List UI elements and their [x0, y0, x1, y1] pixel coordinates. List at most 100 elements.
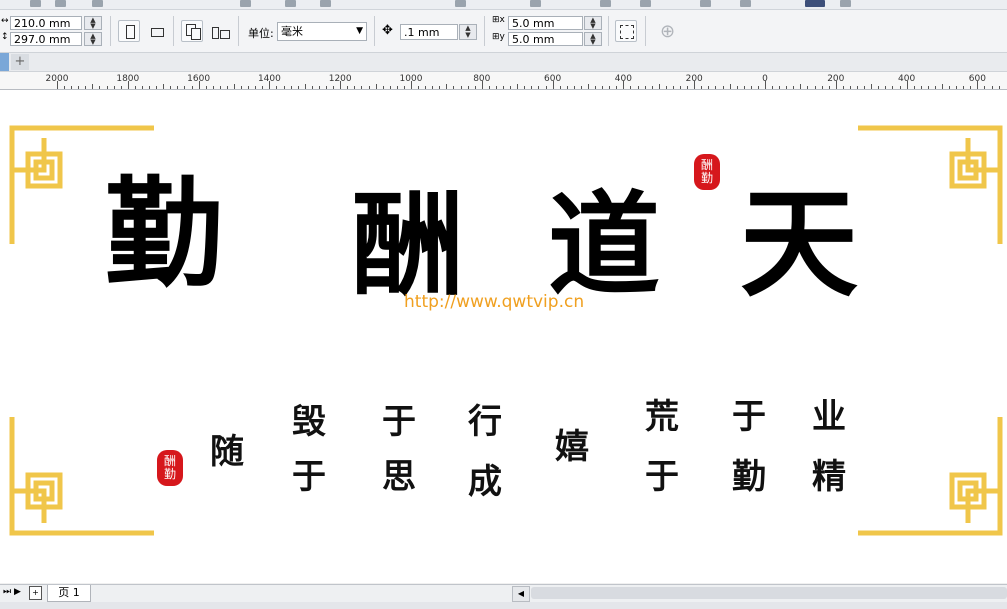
- units-label: 单位:: [248, 27, 274, 40]
- page-width-spinner[interactable]: ▲ ▼: [84, 16, 102, 30]
- toolbar-icon[interactable]: [805, 0, 825, 7]
- ruler-minor-tick: [651, 86, 653, 89]
- verse-char[interactable]: 毁: [292, 405, 326, 439]
- toolbar-icon[interactable]: [740, 0, 751, 7]
- ruler-minor-tick: [779, 86, 781, 89]
- ruler-minor-tick: [970, 86, 972, 89]
- toolbar-icon[interactable]: [285, 0, 296, 7]
- toolbar-icon[interactable]: [700, 0, 711, 7]
- toolbar-icon[interactable]: [55, 0, 66, 7]
- calligraphy-char-1[interactable]: 勤: [105, 175, 223, 293]
- add-tab-icon[interactable]: +: [11, 54, 29, 70]
- separator: [484, 16, 485, 46]
- toolbar-icon[interactable]: [530, 0, 541, 7]
- toolbar-icon[interactable]: [455, 0, 466, 7]
- ruler-minor-tick: [467, 86, 469, 89]
- active-tab-indicator[interactable]: [0, 53, 9, 71]
- units-select[interactable]: 毫米 ▼: [277, 22, 367, 41]
- toolbar-icon[interactable]: [320, 0, 331, 7]
- duplicate-y-field[interactable]: 5.0 mm: [508, 32, 583, 46]
- nudge-spinner[interactable]: ▲ ▼: [459, 24, 477, 40]
- add-icon[interactable]: ⊕: [660, 21, 675, 42]
- ruler-minor-tick: [602, 86, 604, 89]
- ruler-minor-tick: [396, 86, 398, 89]
- ruler-minor-tick: [177, 86, 179, 89]
- page-height-spinner[interactable]: ▲ ▼: [84, 32, 102, 46]
- separator: [238, 16, 239, 46]
- toolbar-icon[interactable]: [840, 0, 851, 7]
- verse-char[interactable]: 嬉: [555, 430, 589, 464]
- ruler-minor-tick: [814, 86, 816, 89]
- horizontal-ruler[interactable]: 2000 1800 1600 1400 1200 1000 800 600 400 200 0 200…: [0, 72, 1007, 90]
- ruler-minor-tick: [616, 86, 618, 89]
- page-height-field[interactable]: 297.0 mm: [10, 32, 82, 46]
- ruler-minor-tick: [113, 86, 115, 89]
- red-seal-bottom[interactable]: 酬 勤: [157, 450, 183, 486]
- verse-char[interactable]: 荒: [645, 400, 679, 434]
- add-page-icon[interactable]: +: [29, 586, 42, 600]
- horizontal-scrollbar-thumb[interactable]: [531, 587, 1007, 599]
- verse-char[interactable]: 精: [812, 460, 846, 494]
- ruler-minor-tick: [212, 86, 214, 89]
- ruler-minor-tick: [368, 86, 370, 89]
- ruler-label: 1000: [399, 74, 423, 84]
- ruler-minor-tick: [290, 86, 292, 89]
- verse-char[interactable]: 成: [468, 465, 502, 499]
- ruler-minor-tick: [538, 86, 540, 89]
- chevron-down-icon: ▼: [356, 26, 363, 36]
- verse-char[interactable]: 随: [210, 435, 244, 469]
- scroll-left-icon[interactable]: ◀: [512, 586, 530, 602]
- calligraphy-char-2[interactable]: 酬: [352, 190, 464, 302]
- nudge-distance-field[interactable]: .1 mm: [400, 24, 458, 40]
- duplicate-x-spinner[interactable]: ▲ ▼: [584, 16, 602, 30]
- toolbar-icon[interactable]: [640, 0, 651, 7]
- page-frame-button[interactable]: [615, 20, 637, 42]
- page-tab[interactable]: 页 1: [47, 585, 91, 602]
- verse-char[interactable]: 思: [382, 460, 416, 494]
- ruler-minor-tick: [191, 86, 193, 89]
- ruler-minor-tick: [566, 86, 568, 89]
- verse-char[interactable]: 于: [732, 400, 766, 434]
- ruler-minor-tick: [708, 86, 710, 89]
- calligraphy-char-3[interactable]: 道: [548, 190, 660, 302]
- ruler-minor-tick: [828, 86, 830, 89]
- duplicate-x-field[interactable]: 5.0 mm: [508, 16, 583, 30]
- ruler-minor-tick: [311, 86, 313, 89]
- verse-char[interactable]: 行: [468, 405, 502, 439]
- toolbar-icon[interactable]: [240, 0, 251, 7]
- verse-char[interactable]: 勤: [732, 460, 766, 494]
- ruler-minor-tick: [750, 86, 752, 89]
- ruler-minor-tick: [432, 86, 434, 89]
- ruler-minor-tick: [382, 86, 384, 89]
- duplicate-y-spinner[interactable]: ▲ ▼: [584, 32, 602, 46]
- verse-char[interactable]: 于: [645, 460, 679, 494]
- landscape-button[interactable]: [145, 20, 167, 42]
- red-seal-top[interactable]: 酬 勤: [694, 154, 720, 190]
- all-pages-button[interactable]: [181, 20, 203, 42]
- portrait-button[interactable]: [118, 20, 140, 42]
- ruler-minor-tick: [503, 86, 505, 89]
- ruler-minor-tick: [375, 84, 377, 89]
- verse-char[interactable]: 于: [292, 460, 326, 494]
- ruler-minor-tick: [927, 86, 929, 89]
- toolbar-icon[interactable]: [30, 0, 41, 7]
- page-navigation-bar: ⏭ ▶ + 页 1 ◀: [0, 584, 1007, 602]
- toolbar-icon[interactable]: [600, 0, 611, 7]
- current-page-button[interactable]: [208, 20, 230, 42]
- ruler-minor-tick: [991, 86, 993, 89]
- calligraphy-char-4[interactable]: 天: [740, 185, 858, 303]
- verse-char[interactable]: 于: [382, 405, 416, 439]
- ruler-minor-tick: [559, 86, 561, 89]
- verse-char[interactable]: 业: [812, 400, 846, 434]
- ruler-minor-tick: [453, 86, 455, 89]
- ruler-minor-tick: [425, 86, 427, 89]
- drawing-canvas[interactable]: 勤 酬 道 天 酬 勤 酬 勤 http://www.qwtvip.cn 随 毁…: [0, 90, 1007, 583]
- ruler-minor-tick: [665, 86, 667, 89]
- toolbar-icon[interactable]: [92, 0, 103, 7]
- next-page-icon[interactable]: ▶: [14, 587, 21, 597]
- ruler-minor-tick: [510, 86, 512, 89]
- ruler-minor-tick: [580, 86, 582, 89]
- last-page-icon[interactable]: ⏭: [3, 587, 11, 597]
- ruler-minor-tick: [531, 86, 533, 89]
- page-width-field[interactable]: 210.0 mm: [10, 16, 82, 30]
